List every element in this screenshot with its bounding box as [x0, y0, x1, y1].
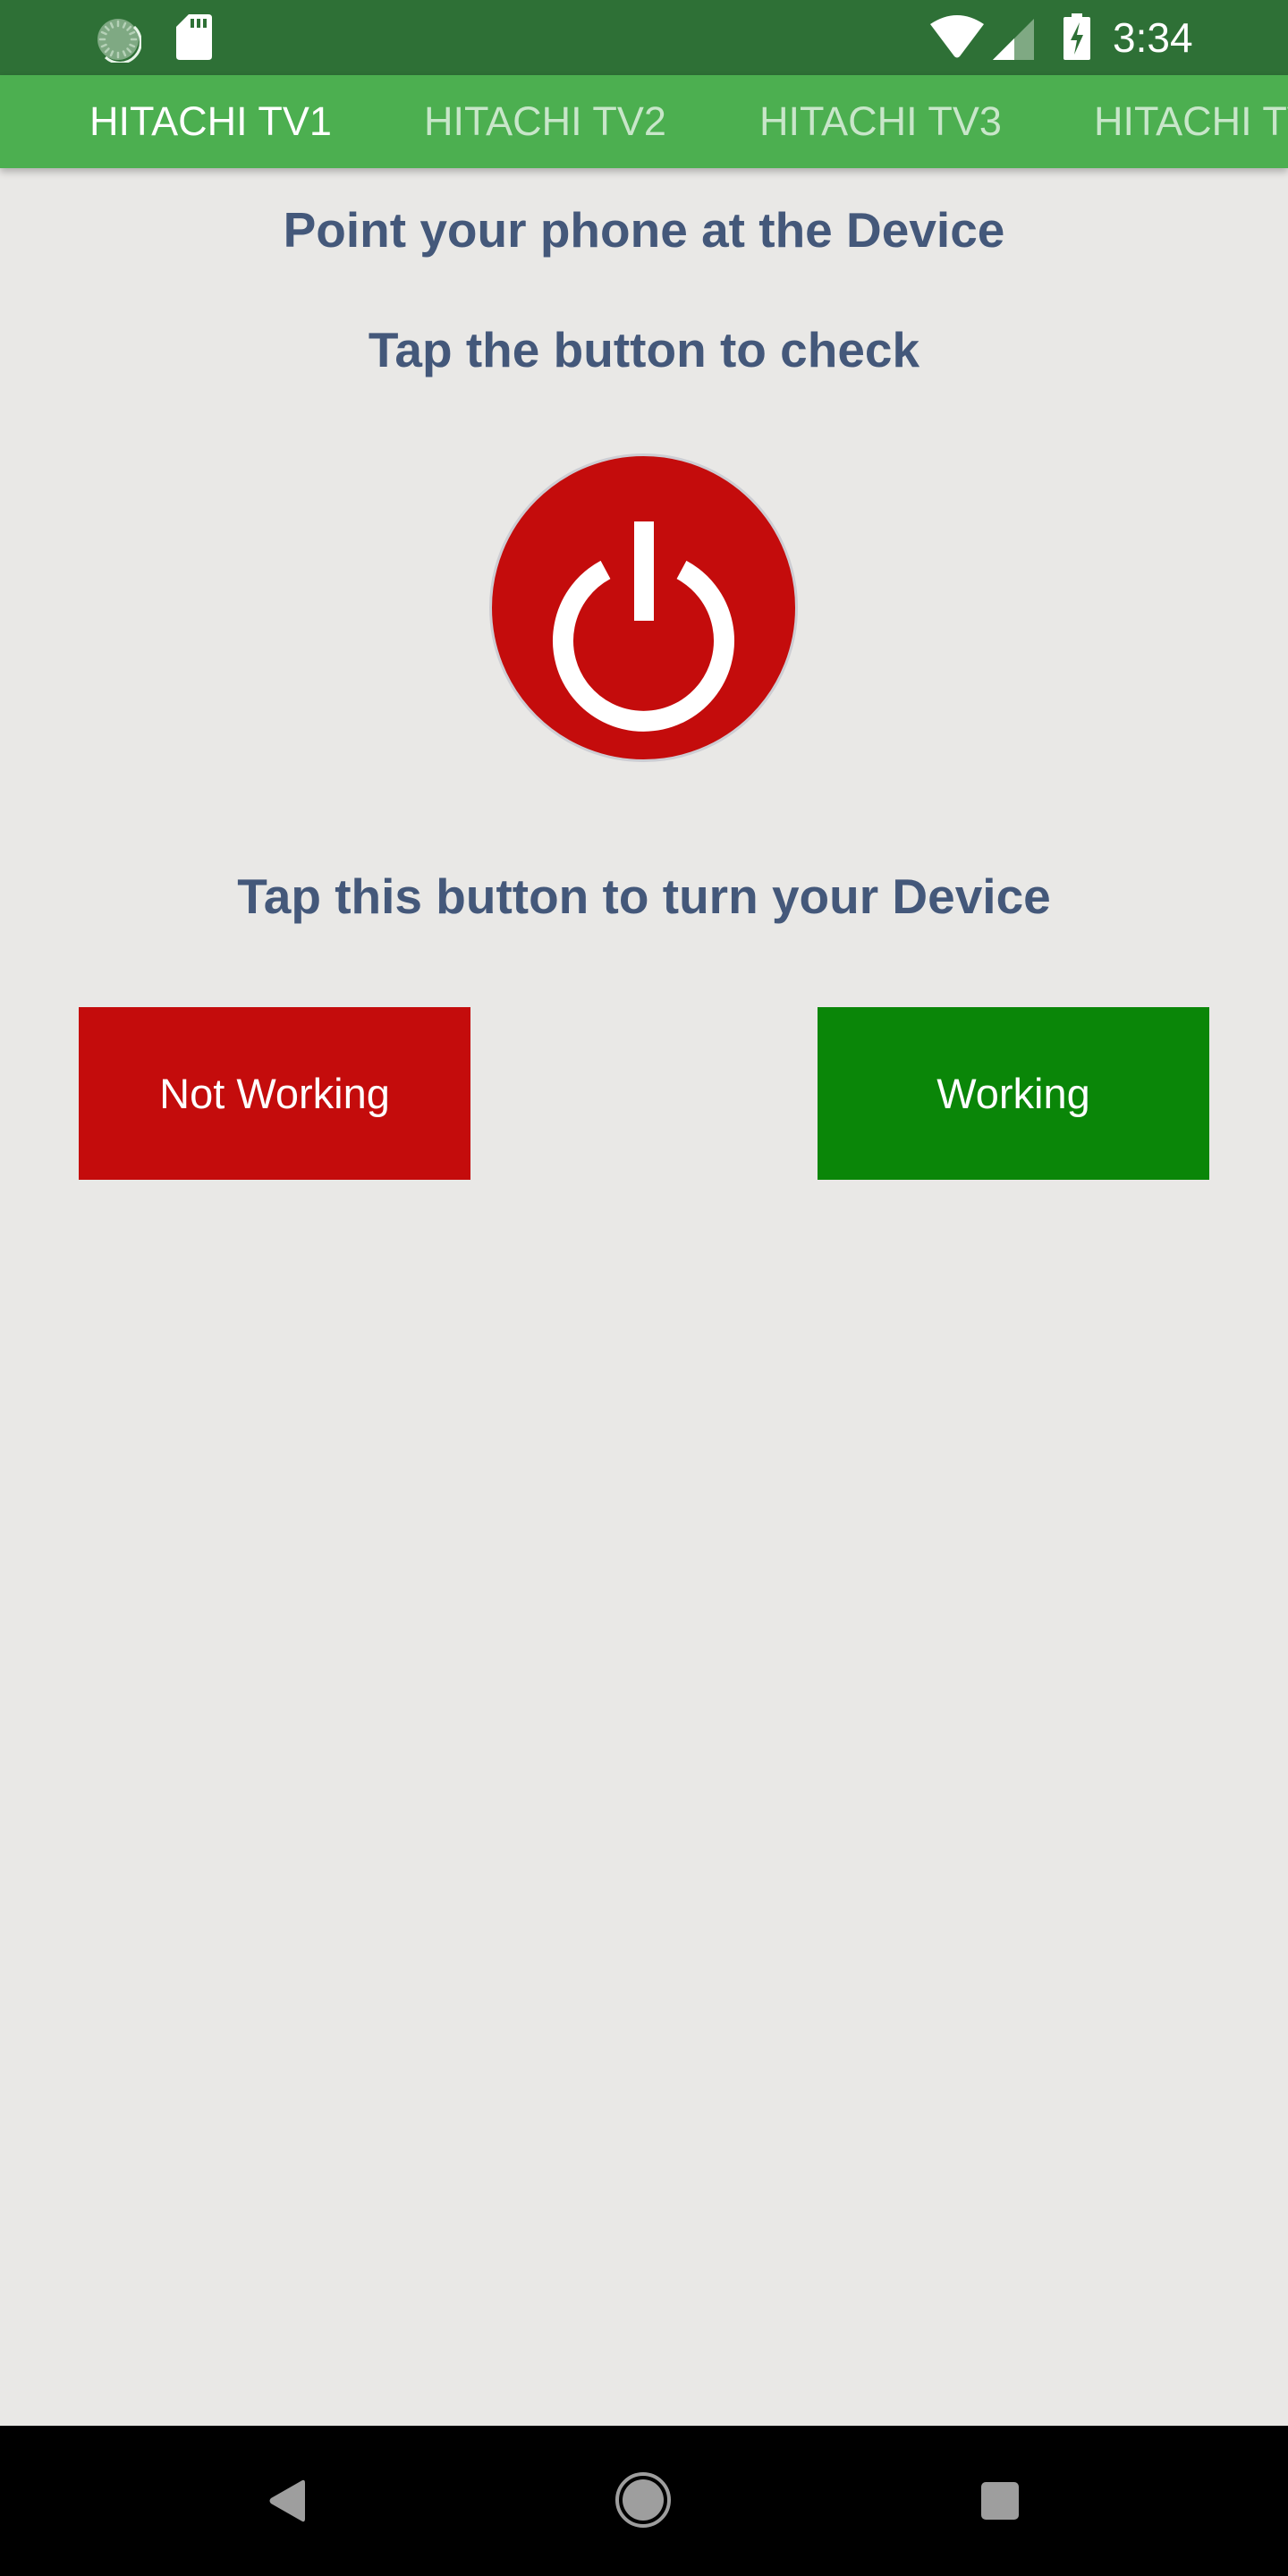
- tab-hitachi-tv3[interactable]: HITACHI TV3: [759, 75, 1002, 168]
- tab-hitachi-tv4[interactable]: HITACHI TV4: [1094, 75, 1288, 168]
- navigation-bar: [0, 2426, 1288, 2576]
- battery-charging-icon: [1063, 13, 1090, 60]
- status-bar: 3:34: [0, 0, 1288, 75]
- power-button[interactable]: [489, 453, 798, 762]
- recents-icon[interactable]: [981, 2482, 1019, 2520]
- tab-bar: HITACHI TV1 HITACHI TV2 HITACHI TV3 HITA…: [0, 75, 1288, 168]
- sd-card-icon: [176, 14, 212, 60]
- cellular-signal-icon: [993, 19, 1034, 60]
- instruction-turn-device: Tap this button to turn your Device: [237, 869, 1051, 924]
- not-working-button[interactable]: Not Working: [79, 1007, 470, 1180]
- working-button[interactable]: Working: [818, 1007, 1209, 1180]
- tab-hitachi-tv1[interactable]: HITACHI TV1: [89, 75, 332, 168]
- tab-hitachi-tv2[interactable]: HITACHI TV2: [424, 75, 666, 168]
- instruction-point-phone: Point your phone at the Device: [283, 202, 1005, 258]
- loading-indicator-icon: [97, 19, 141, 63]
- home-icon[interactable]: [614, 2471, 672, 2529]
- instruction-tap-to-check: Tap the button to check: [368, 322, 920, 377]
- wifi-icon: [930, 15, 984, 58]
- back-icon[interactable]: [268, 2479, 306, 2522]
- power-icon: [553, 521, 734, 732]
- clock-time: 3:34: [1113, 14, 1193, 61]
